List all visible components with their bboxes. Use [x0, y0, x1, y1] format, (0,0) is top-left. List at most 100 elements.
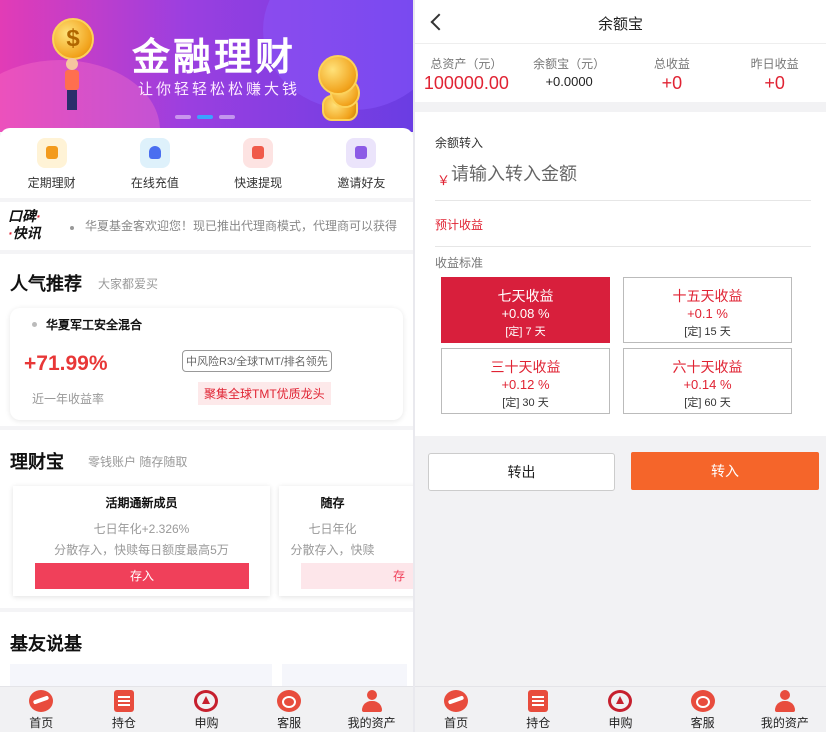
tab-purchase[interactable]: 申购 — [585, 687, 655, 732]
product-yield: 七日年化 — [308, 522, 357, 536]
nav-header: 余额宝 — [415, 0, 826, 44]
recharge-icon — [139, 138, 170, 168]
holdings-icon — [113, 690, 134, 712]
stat-yuebao-balance: 余额宝（元） +0.0000 — [518, 44, 621, 102]
holdings-icon — [528, 690, 549, 712]
tab-home[interactable]: 首页 — [6, 687, 76, 732]
product-card[interactable]: 活期通新成员 七日年化+2.326% 分散存入，快赎每日额度最高5万 存入 — [13, 486, 270, 596]
plan-term: [定] 15 天 — [684, 326, 731, 338]
fund-return-rate: +71.99% — [24, 352, 108, 375]
stat-label: 总收益 — [653, 57, 690, 71]
plan-name: 十五天收益 — [672, 288, 743, 304]
carousel-dot[interactable] — [219, 115, 235, 119]
quick-link-label: 定期理财 — [27, 176, 76, 190]
plan-term: [定] 7 天 — [505, 326, 546, 338]
tab-holdings[interactable]: 持仓 — [503, 687, 573, 732]
tab-my-assets[interactable]: 我的资产 — [337, 687, 407, 732]
news-text: 华夏基金客欢迎您！现已推出代理商模式，代理商可以获得 — [85, 219, 398, 233]
promo-banner[interactable]: $ 金融理财 让你轻轻松松赚大钱 — [0, 0, 413, 132]
plan-option-60-days[interactable]: 六十天收益 +0.14 % [定] 60 天 — [623, 348, 792, 414]
coin-icon: $ — [52, 18, 94, 60]
purchase-icon — [608, 690, 633, 712]
plan-term: [定] 30 天 — [502, 397, 549, 409]
income-standard-label: 收益标准 — [435, 256, 484, 270]
plan-rate: +0.12 % — [501, 377, 550, 392]
stat-yesterday-income: 昨日收益 +0 — [723, 44, 826, 102]
product-title: 随存 — [320, 496, 345, 510]
transfer-form: 余额转入 ￥ 预计收益 收益标准 七天收益 +0.08 % [定] 7 天 十五… — [415, 112, 826, 436]
carousel-indicator[interactable] — [175, 115, 235, 119]
product-desc: 分散存入，快赎每日额度最高5万 — [54, 543, 229, 557]
fund-risk-tag: 中风险R3/全球TMT/排名领先 — [182, 350, 332, 372]
tab-home[interactable]: 首页 — [421, 687, 491, 732]
deposit-button[interactable]: 存入 — [35, 563, 249, 589]
section-title: 人气推荐 — [10, 274, 82, 294]
tab-my-assets[interactable]: 我的资产 — [750, 687, 820, 732]
stat-label: 昨日收益 — [750, 57, 799, 71]
quick-link-label: 邀请好友 — [337, 176, 386, 190]
stat-value: 100000.00 — [423, 73, 509, 93]
carousel-dot-active[interactable] — [197, 115, 213, 119]
home-icon — [444, 690, 469, 712]
tab-label: 首页 — [29, 716, 54, 730]
user-icon — [774, 690, 796, 712]
section-title: 基友说基 — [10, 634, 82, 654]
tab-label: 申购 — [194, 716, 219, 730]
banner-title: 金融理财 — [132, 37, 297, 79]
transfer-in-label: 余额转入 — [435, 136, 484, 150]
deposit-button[interactable]: 存 — [301, 563, 413, 589]
quick-link-label: 快速提现 — [234, 176, 283, 190]
plan-option-30-days[interactable]: 三十天收益 +0.12 % [定] 30 天 — [441, 348, 610, 414]
tab-label: 客服 — [690, 716, 715, 730]
fund-card[interactable]: 华夏军工安全混合 +71.99% 近一年收益率 中风险R3/全球TMT/排名领先… — [10, 308, 403, 420]
section-subtitle: 零钱账户 随存随取 — [88, 455, 188, 469]
tab-holdings[interactable]: 持仓 — [89, 687, 159, 732]
plan-name: 七天收益 — [497, 288, 554, 304]
news-logo: 口碑· ·快讯 — [8, 208, 41, 241]
tab-label: 持仓 — [526, 716, 551, 730]
person-illustration — [64, 58, 80, 110]
briefcase-icon — [36, 138, 67, 168]
stat-value: +0 — [661, 73, 683, 93]
divider — [435, 246, 811, 247]
bullet-icon — [70, 226, 74, 230]
tab-service[interactable]: 客服 — [668, 687, 738, 732]
news-ticker[interactable]: 口碑· ·快讯 华夏基金客欢迎您！现已推出代理商模式，代理商可以获得 — [0, 202, 413, 250]
invite-icon — [346, 138, 377, 168]
tab-purchase[interactable]: 申购 — [171, 687, 241, 732]
service-icon — [277, 690, 302, 712]
quick-link-invite[interactable]: 邀请好友 — [321, 138, 401, 198]
page-title: 余额宝 — [597, 16, 643, 33]
amount-input[interactable] — [451, 164, 791, 185]
tab-label: 持仓 — [111, 716, 136, 730]
home-screen: $ 金融理财 让你轻轻松松赚大钱 定期理财 在线充值 快速提现 邀请好友 口碑·… — [0, 0, 413, 732]
bottom-tab-bar: 首页 持仓 申购 客服 我的资产 — [415, 686, 826, 732]
bullet-icon — [32, 322, 37, 327]
product-yield: 七日年化+2.326% — [93, 522, 190, 536]
tab-label: 首页 — [444, 716, 469, 730]
tab-label: 我的资产 — [760, 716, 809, 730]
service-icon — [690, 690, 715, 712]
tab-service[interactable]: 客服 — [254, 687, 324, 732]
quick-link-recharge[interactable]: 在线充值 — [115, 138, 195, 198]
plan-option-15-days[interactable]: 十五天收益 +0.1 % [定] 15 天 — [623, 277, 792, 343]
tab-label: 客服 — [277, 716, 302, 730]
stat-value: +0.0000 — [545, 74, 593, 89]
quick-link-withdraw[interactable]: 快速提现 — [218, 138, 298, 198]
stat-total-income: 总收益 +0 — [621, 44, 724, 102]
plan-rate: +0.14 % — [683, 377, 732, 392]
stat-label: 总资产（元） — [430, 57, 503, 71]
asset-summary: 总资产（元） 100000.00 余额宝（元） +0.0000 总收益 +0 昨… — [415, 44, 826, 102]
user-icon — [361, 690, 383, 712]
quick-links: 定期理财 在线充值 快速提现 邀请好友 — [0, 128, 413, 198]
product-title: 活期通新成员 — [105, 496, 178, 510]
transfer-in-button[interactable]: 转入 — [631, 452, 819, 490]
carousel-dot[interactable] — [175, 115, 191, 119]
tab-label: 我的资产 — [347, 716, 396, 730]
fund-name: 华夏军工安全混合 — [46, 318, 143, 332]
product-card[interactable]: 随存 七日年化 分散存入，快赎 存 — [279, 486, 413, 596]
transfer-out-button[interactable]: 转出 — [428, 453, 615, 491]
plan-option-7-days[interactable]: 七天收益 +0.08 % [定] 7 天 — [441, 277, 610, 343]
product-desc: 分散存入，快赎 — [290, 543, 375, 557]
quick-link-fixed-finance[interactable]: 定期理财 — [12, 138, 92, 198]
